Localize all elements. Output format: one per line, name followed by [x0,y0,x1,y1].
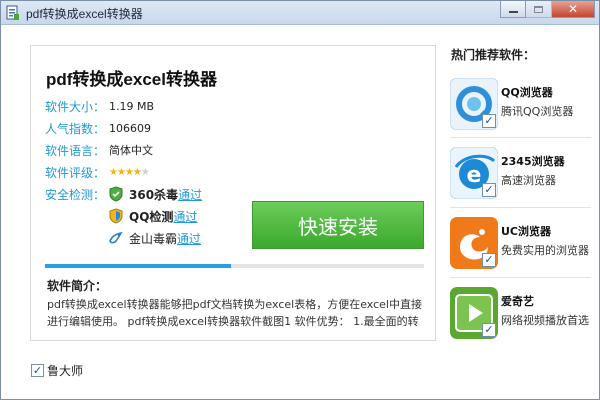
info-value: 简体中文 [109,144,153,157]
minimize-icon [508,11,518,13]
info-label: 软件语言： [45,143,106,158]
info-row-size: 软件大小： 1.19 MB [45,97,154,115]
minimize-button[interactable] [500,1,526,18]
divider [450,207,591,208]
ludashi-option[interactable]: ✓ 鲁大师 [31,362,83,379]
recommend-desc: 高速浏览器 [501,174,556,187]
rating-star-icon: ★ [116,166,126,178]
recommend-item-qq-browser[interactable]: ✓ QQ浏览器 腾讯QQ浏览器 [450,74,590,134]
recommend-name: UC浏览器 [501,225,552,238]
scan-row-kingsoft: 金山毒霸 通过 [108,229,201,247]
info-value: 106609 [109,121,151,135]
installer-window: pdf转换成excel转换器 ✕ pdf转换成excel转换器 软件大小： 1.… [0,0,600,400]
rating-star-icon: ★ [132,166,142,178]
svg-text:e: e [467,163,482,188]
intro-text: pdf转换成excel转换器能够把pdf文档转换为excel表格，方便在exce… [47,298,422,328]
rating-star-icon: ★ [109,166,118,178]
info-row-rating: 软件评级： ★★★★★ [45,163,150,181]
scan-row-360: 360杀毒 通过 [108,185,202,203]
divider [450,277,591,278]
recommend-checkbox[interactable]: ✓ [482,253,496,267]
title-bar: pdf转换成excel转换器 ✕ [1,1,599,25]
info-label: 人气指数： [45,121,106,136]
recommend-checkbox[interactable]: ✓ [482,323,496,337]
scan-row-qq: QQ检测 通过 [108,207,197,225]
window-title: pdf转换成excel转换器 [26,7,143,21]
scan-name: 360杀毒 [129,187,179,202]
recommend-name: 2345浏览器 [501,155,565,168]
download-progress [45,264,424,268]
rating-star-icon: ★ [124,166,134,178]
info-value: 1.19 MB [109,99,155,113]
ludashi-checkbox[interactable]: ✓ [31,364,44,377]
install-button[interactable]: 快速安装 [252,201,424,249]
recommend-desc: 免费实用的浏览器 [501,244,589,257]
recommend-desc: 网络视频播放首选 [501,314,589,327]
software-info-card: pdf转换成excel转换器 软件大小： 1.19 MB 人气指数： 10660… [30,45,436,341]
info-label: 安全检测： [45,187,106,202]
info-row-popularity: 人气指数： 106609 [45,119,151,137]
intro-heading: 软件简介： [47,279,108,293]
rating-stars: ★★★★★ [109,166,150,178]
caption-buttons: ✕ [500,1,595,19]
360-shield-icon [109,186,123,202]
qq-shield-icon [109,208,123,224]
divider [450,137,591,138]
recommend-name: 爱奇艺 [501,295,534,308]
scan-name: QQ检测 [129,209,174,224]
scan-status-link[interactable]: 通过 [178,186,202,203]
scan-status-link[interactable]: 通过 [173,208,197,225]
maximize-button [526,1,552,18]
kingsoft-icon [109,231,123,244]
recommend-checkbox[interactable]: ✓ [482,114,496,128]
rating-star-icon: ★ [140,166,150,178]
ludashi-label: 鲁大师 [47,364,84,378]
recommend-item-uc-browser[interactable]: ✓ UC浏览器 免费实用的浏览器 [450,213,590,273]
info-label: 软件大小： [45,99,106,114]
recommend-desc: 腾讯QQ浏览器 [501,105,574,118]
info-label: 软件评级： [45,165,106,180]
info-row-language: 软件语言： 简体中文 [45,141,153,159]
info-row-security: 安全检测： [45,185,109,203]
progress-fill [45,264,231,268]
app-window-icon [6,5,19,20]
close-button[interactable]: ✕ [552,1,595,18]
close-icon: ✕ [567,2,579,16]
scan-status-link[interactable]: 通过 [177,230,201,247]
recommend-heading: 热门推荐软件： [451,48,536,62]
software-title: pdf转换成excel转换器 [46,70,217,89]
recommend-item-iqiyi[interactable]: ✓ 爱奇艺 网络视频播放首选 [450,283,590,343]
maximize-icon [534,5,543,13]
recommend-name: QQ浏览器 [501,86,553,99]
scan-name: 金山毒霸 [129,231,178,246]
recommend-item-2345-browser[interactable]: e ✓ 2345浏览器 高速浏览器 [450,143,590,203]
recommend-checkbox[interactable]: ✓ [482,183,496,197]
